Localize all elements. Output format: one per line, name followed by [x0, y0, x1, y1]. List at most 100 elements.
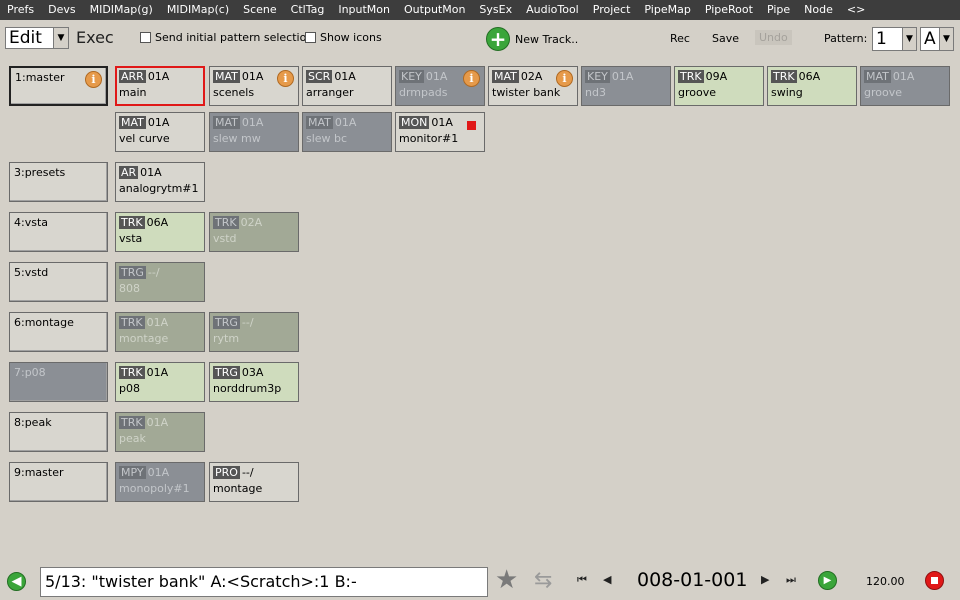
scene-button[interactable]: 7:p08 [9, 362, 108, 402]
track-pattern: --/ [147, 266, 160, 279]
stop-icon[interactable] [925, 571, 944, 590]
track-cell[interactable]: MAT 01A slew bc [302, 112, 392, 152]
pattern-letter-select[interactable]: A ▼ [920, 27, 954, 51]
track-name: vsta [119, 232, 143, 245]
track-cell[interactable]: TRK 09A groove [674, 66, 764, 106]
exec-button[interactable]: Exec [76, 28, 114, 47]
track-name: norddrum3p [213, 382, 282, 395]
track-pattern: 01A [241, 70, 264, 83]
scene-row: 6:montage TRK 01A montage TRG --/ rytm [0, 308, 960, 352]
menu-midimap-c[interactable]: MIDIMap(c) [160, 0, 236, 20]
skip-end-icon[interactable]: ⏭ [786, 573, 796, 587]
status-field[interactable]: 5/13: "twister bank" A:<Scratch>:1 B:- [40, 567, 488, 597]
menu-audiotool[interactable]: AudioTool [519, 0, 586, 20]
track-type: MAT [306, 116, 333, 129]
mode-select[interactable]: Edit ▼ [5, 27, 69, 49]
scene-button[interactable]: 1:master i [9, 66, 108, 106]
track-cell[interactable]: PRO --/ montage [209, 462, 299, 502]
track-cell[interactable]: TRK 01A peak [115, 412, 205, 452]
track-pattern: 01A [147, 466, 170, 479]
skip-start-icon[interactable]: ⏮ [577, 573, 587, 587]
track-cell[interactable]: MON 01A monitor#1 [395, 112, 485, 152]
pattern-number-select[interactable]: 1 ▼ [872, 27, 917, 51]
menu-scene[interactable]: Scene [236, 0, 284, 20]
checkbox-box[interactable] [140, 32, 151, 43]
menu-outputmon[interactable]: OutputMon [397, 0, 472, 20]
track-cell[interactable]: TRG --/ 808 [115, 262, 205, 302]
menu-more[interactable]: <> [840, 0, 872, 20]
track-pattern: 06A [146, 216, 169, 229]
scene-button[interactable]: 3:presets [9, 162, 108, 202]
menu-project[interactable]: Project [586, 0, 638, 20]
track-pattern: 03A [241, 366, 264, 379]
swap-icon[interactable]: ⇆ [534, 568, 552, 593]
track-cell[interactable]: MAT 02A twister bank i [488, 66, 578, 106]
track-cell[interactable]: SCR 01A arranger [302, 66, 392, 106]
tempo-display[interactable]: 120.00 [866, 575, 905, 588]
info-icon[interactable]: i [556, 70, 573, 87]
menu-sysex[interactable]: SysEx [472, 0, 519, 20]
track-cell[interactable]: MPY 01A monopoly#1 [115, 462, 205, 502]
menu-midimap-g[interactable]: MIDIMap(g) [83, 0, 160, 20]
track-cell[interactable]: ARR 01A main [115, 66, 205, 106]
menu-prefs[interactable]: Prefs [0, 0, 41, 20]
track-cell[interactable]: MAT 01A vel curve [115, 112, 205, 152]
scene-button[interactable]: 9:master [9, 462, 108, 502]
track-cell[interactable]: MAT 01A groove [860, 66, 950, 106]
menu-pipemap[interactable]: PipeMap [637, 0, 697, 20]
step-forward-icon[interactable]: ▶ [761, 573, 769, 586]
track-cell[interactable]: TRK 06A vsta [115, 212, 205, 252]
track-cell[interactable]: TRK 01A montage [115, 312, 205, 352]
track-name: 808 [119, 282, 140, 295]
star-icon[interactable]: ★ [495, 565, 518, 595]
track-cell[interactable]: TRG 03A norddrum3p [209, 362, 299, 402]
undo-button[interactable]: Undo [755, 30, 792, 45]
scene-button[interactable]: 6:montage [9, 312, 108, 352]
menu-pipe[interactable]: Pipe [760, 0, 797, 20]
track-cell[interactable]: MAT 01A slew mw [209, 112, 299, 152]
play-icon[interactable]: ▶ [818, 571, 837, 590]
save-button[interactable]: Save [712, 32, 739, 45]
plus-icon[interactable]: + [486, 27, 510, 51]
menu-piperoot[interactable]: PipeRoot [698, 0, 760, 20]
track-pattern: 06A [798, 70, 821, 83]
track-cell[interactable]: KEY 01A drmpads i [395, 66, 485, 106]
scene-button[interactable]: 4:vsta [9, 212, 108, 252]
track-cell[interactable]: TRK 02A vstd [209, 212, 299, 252]
info-icon[interactable]: i [463, 70, 480, 87]
track-type: KEY [585, 70, 610, 83]
info-icon[interactable]: i [85, 71, 102, 88]
chevron-down-icon[interactable]: ▼ [939, 28, 953, 50]
scene-button[interactable]: 5:vstd [9, 262, 108, 302]
track-cell[interactable]: TRK 01A p08 [115, 362, 205, 402]
track-pattern: 01A [147, 70, 170, 83]
menu-inputmon[interactable]: InputMon [331, 0, 397, 20]
track-type: MAT [119, 116, 146, 129]
pattern-label: Pattern: [824, 32, 868, 45]
track-cell[interactable]: MAT 01A scenels i [209, 66, 299, 106]
track-cell[interactable]: TRG --/ rytm [209, 312, 299, 352]
track-cell[interactable]: KEY 01A nd3 [581, 66, 671, 106]
chevron-down-icon[interactable]: ▼ [902, 28, 916, 50]
track-pattern: 01A [334, 116, 357, 129]
track-cell[interactable]: TRK 06A swing [767, 66, 857, 106]
track-type: TRG [213, 366, 240, 379]
step-back-icon[interactable]: ◀ [603, 573, 611, 586]
info-icon[interactable]: i [277, 70, 294, 87]
show-icons-checkbox[interactable]: Show icons [305, 31, 382, 44]
back-icon[interactable]: ◀ [7, 572, 26, 591]
scene-label: 4:vsta [14, 216, 48, 229]
track-name: vel curve [119, 132, 170, 145]
rec-button[interactable]: Rec [670, 32, 690, 45]
track-name: slew mw [213, 132, 261, 145]
track-cell[interactable]: AR 01A analogrytm#1 [115, 162, 205, 202]
menu-ctltag[interactable]: CtlTag [284, 0, 332, 20]
track-pattern: 02A [240, 216, 263, 229]
menu-devs[interactable]: Devs [41, 0, 82, 20]
send-initial-pattern-checkbox[interactable]: Send initial pattern selection [140, 31, 313, 44]
new-track-button[interactable]: + New Track.. [486, 27, 578, 51]
scene-button[interactable]: 8:peak [9, 412, 108, 452]
checkbox-box[interactable] [305, 32, 316, 43]
menu-node[interactable]: Node [797, 0, 840, 20]
chevron-down-icon[interactable]: ▼ [53, 28, 68, 48]
